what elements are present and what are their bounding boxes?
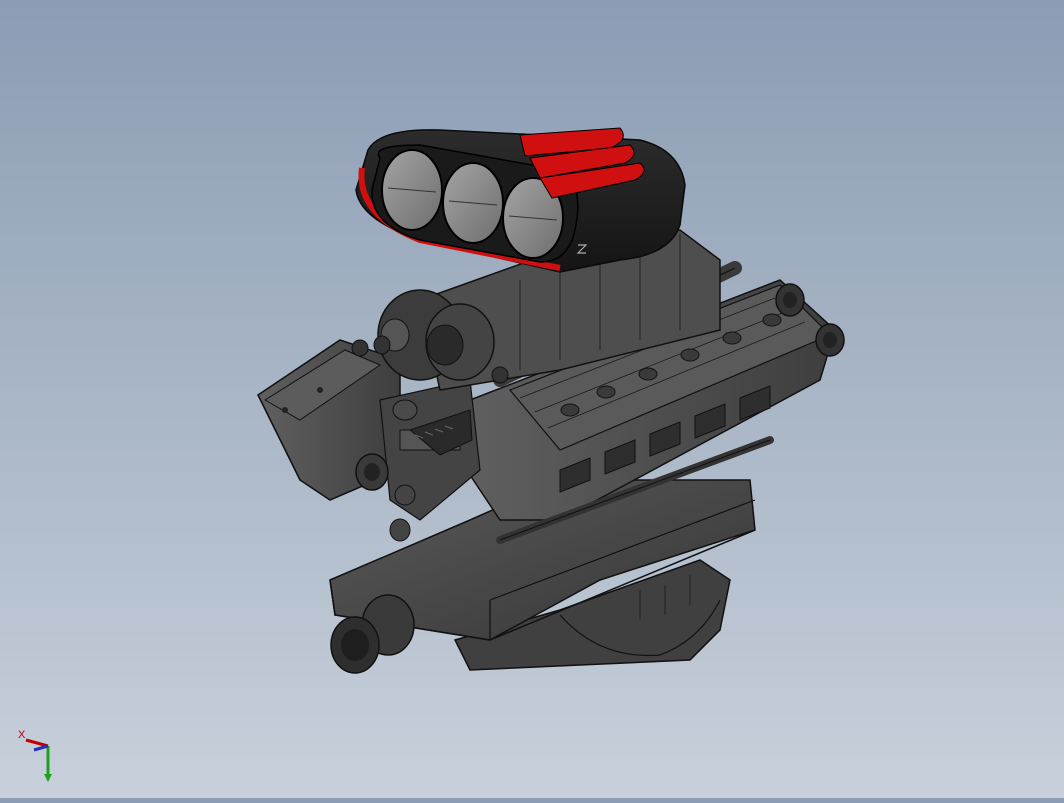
- coordinate-triad: X: [18, 729, 52, 782]
- y-axis-arrow-icon: [44, 774, 52, 782]
- z-axis-icon: [33, 744, 49, 752]
- x-axis-icon: [25, 738, 49, 748]
- x-axis-label: X: [18, 729, 26, 741]
- engine-model[interactable]: [0, 0, 1064, 798]
- air-scoop: [355, 127, 686, 273]
- 3d-viewport[interactable]: [0, 0, 1064, 798]
